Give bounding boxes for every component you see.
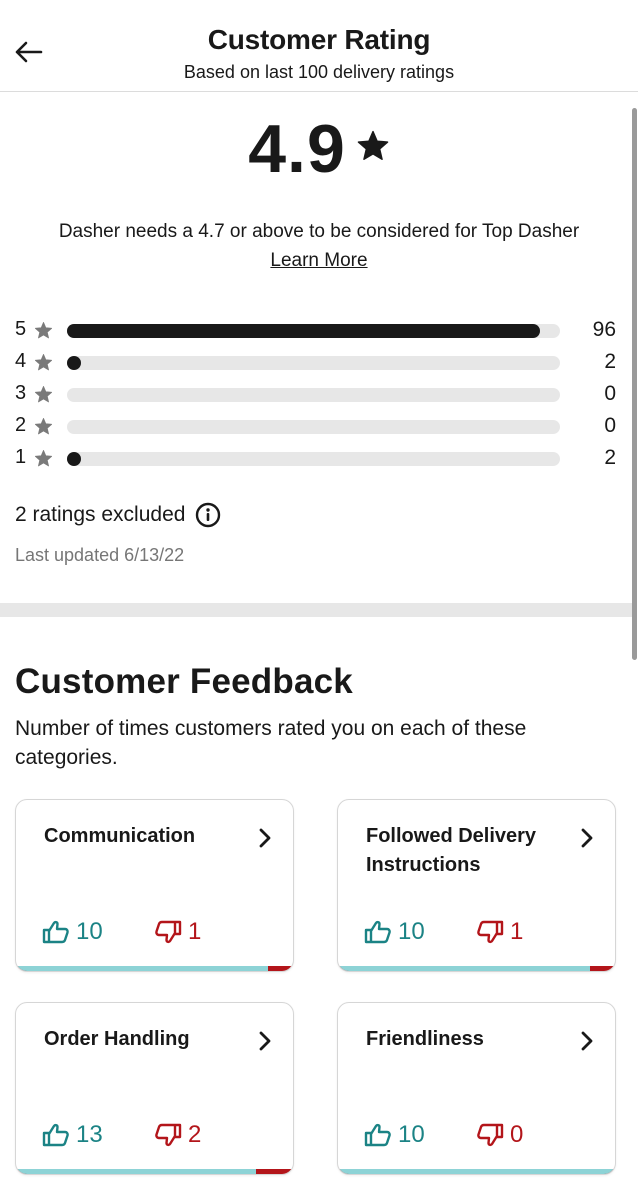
thumbs-down-icon (477, 920, 504, 944)
chevron-right-icon (581, 1031, 593, 1051)
feedback-card-stats: 10 1 (42, 918, 201, 946)
distribution-bar-track (67, 420, 560, 434)
positive-count-value: 10 (398, 918, 425, 945)
star-level-label: 5 (15, 318, 27, 340)
star-level-count: 2 (604, 446, 616, 469)
negative-count-value: 1 (510, 918, 524, 945)
star-icon (34, 322, 53, 339)
learn-more-link[interactable]: Learn More (0, 250, 638, 272)
feedback-ratio-positive (338, 966, 590, 971)
distribution-bar-fill (67, 452, 81, 466)
star-level-label: 2 (15, 414, 27, 436)
star-icon (34, 354, 53, 371)
feedback-card-stats: 10 0 (364, 1121, 523, 1149)
feedback-card-stats: 13 2 (42, 1121, 201, 1149)
negative-count: 1 (476, 918, 523, 946)
star-level-count: 96 (592, 318, 616, 341)
negative-count: 2 (154, 1121, 201, 1149)
chevron-right-icon (259, 828, 271, 848)
star-icon (34, 386, 53, 403)
feedback-ratio-positive (16, 1169, 257, 1174)
distribution-bar-track (67, 388, 560, 402)
star-level-count: 0 (604, 382, 616, 405)
section-divider (0, 603, 632, 617)
chevron-right-icon (581, 828, 593, 848)
distribution-bar-fill (67, 356, 81, 370)
distribution-row: 20 (0, 412, 638, 444)
star-level-label: 4 (15, 350, 27, 372)
top-dasher-threshold: Dasher needs a 4.7 or above to be consid… (58, 221, 580, 242)
star-icon (34, 418, 53, 435)
negative-count: 0 (476, 1121, 523, 1149)
positive-count: 10 (364, 918, 476, 946)
distribution-row: 42 (0, 348, 638, 380)
ratings-excluded: 2 ratings excluded (15, 502, 221, 528)
thumbs-up-icon (42, 1123, 69, 1147)
positive-count: 10 (364, 1121, 476, 1149)
distribution-row: 30 (0, 380, 638, 412)
distribution-bar-track (67, 324, 560, 338)
last-updated: Last updated 6/13/22 (15, 545, 185, 565)
thumbs-down-icon (155, 1123, 182, 1147)
feedback-ratio-bar (338, 1169, 615, 1174)
feedback-ratio-bar (16, 1169, 293, 1174)
distribution-row: 12 (0, 444, 638, 476)
page-subtitle: Based on last 100 delivery ratings (183, 62, 455, 82)
thumbs-up-icon (364, 1123, 391, 1147)
header: Customer Rating Based on last 100 delive… (0, 0, 638, 92)
star-level-count: 0 (604, 414, 616, 437)
feedback-card-title: Order Handling (44, 1028, 190, 1050)
positive-count: 13 (42, 1121, 154, 1149)
feedback-card-title: Communication (44, 825, 196, 847)
feedback-ratio-positive (338, 1169, 615, 1174)
feedback-card-title: Followed Delivery Instructions (366, 825, 537, 876)
star-level-count: 2 (604, 350, 616, 373)
negative-count: 1 (154, 918, 201, 946)
star-level-label: 3 (15, 382, 27, 404)
ratings-excluded-text: 2 ratings excluded (15, 503, 186, 526)
feedback-ratio-bar (338, 966, 615, 971)
thumbs-up-icon (364, 920, 391, 944)
negative-count-value: 1 (188, 918, 202, 945)
thumbs-up-icon (42, 920, 69, 944)
feedback-ratio-positive (16, 966, 268, 971)
negative-count-value: 0 (510, 1121, 524, 1148)
distribution-bar-fill (67, 324, 540, 338)
distribution-bar-track (67, 452, 560, 466)
rating-distribution: 5 96 4 2 3 0 2 0 1 2 (0, 316, 638, 476)
positive-count-value: 13 (76, 1121, 103, 1148)
positive-count-value: 10 (76, 918, 103, 945)
feedback-card-stats: 10 1 (364, 918, 523, 946)
feedback-card[interactable]: Communication 10 1 (15, 799, 294, 972)
distribution-bar-track (67, 356, 560, 370)
star-icon (357, 130, 389, 161)
feedback-card[interactable]: Friendliness 10 0 (337, 1002, 616, 1175)
negative-count-value: 2 (188, 1121, 202, 1148)
feedback-ratio-bar (16, 966, 293, 971)
feedback-card-title: Friendliness (366, 1028, 484, 1050)
feedback-card[interactable]: Followed Delivery Instructions 10 1 (337, 799, 616, 972)
feedback-card[interactable]: Order Handling 13 2 (15, 1002, 294, 1175)
thumbs-down-icon (155, 920, 182, 944)
feedback-title: Customer Feedback (15, 662, 353, 701)
star-level-label: 1 (15, 446, 27, 468)
positive-count: 10 (42, 918, 154, 946)
page-title: Customer Rating (207, 24, 431, 55)
overall-rating: 4.9 (0, 110, 638, 188)
star-icon (34, 450, 53, 467)
thumbs-down-icon (477, 1123, 504, 1147)
feedback-subtitle: Number of times customers rated you on e… (15, 717, 527, 769)
chevron-right-icon (259, 1031, 271, 1051)
positive-count-value: 10 (398, 1121, 425, 1148)
rating-value: 4.9 (248, 111, 346, 187)
info-icon[interactable] (195, 502, 221, 528)
distribution-row: 5 96 (0, 316, 638, 348)
